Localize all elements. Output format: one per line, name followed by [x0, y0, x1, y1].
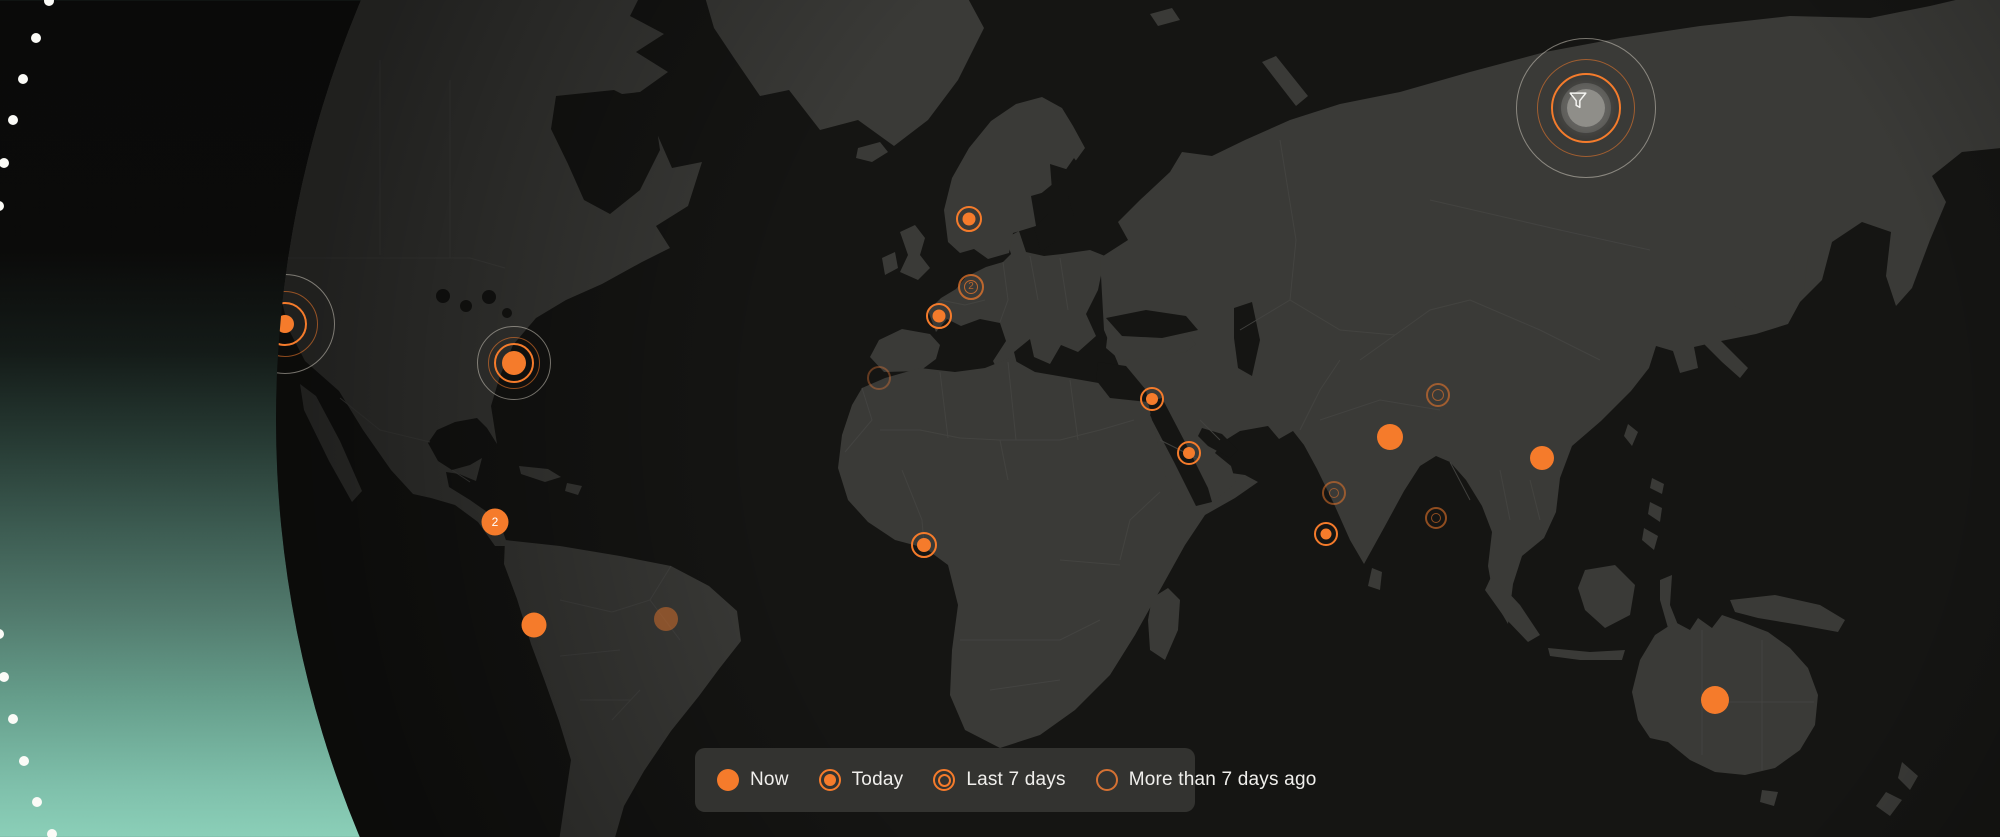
marker-dot-icon: [1701, 686, 1729, 714]
legend-item-last-7-days: Last 7 days: [933, 769, 1065, 791]
marker-count-badge: 2: [491, 515, 499, 529]
legend-ring-icon: [1095, 769, 1118, 791]
marker-dot-dim-icon: [654, 607, 678, 631]
decor-dot-3: [8, 115, 18, 125]
filter-button[interactable]: [1567, 89, 1605, 127]
marker-dot-icon: [1320, 528, 1332, 540]
marker-inner-ring-icon: [1329, 488, 1339, 498]
decor-dot-10: [32, 797, 42, 807]
decor-dot-6: [0, 629, 4, 639]
map-dashboard-page: { "colors":{ "accent":"#f57b2b", "land":…: [0, 0, 2000, 837]
marker-pulse-ring-icon: [276, 274, 335, 374]
marker-inner-ring-icon: [1431, 513, 1441, 523]
decor-dot-5: [0, 201, 4, 211]
map-disc: 22: [276, 0, 2000, 837]
legend-label-now: Now: [750, 769, 789, 790]
decor-dot-8: [8, 714, 18, 724]
decor-dot-7: [0, 672, 9, 682]
marker-dot-icon: [1530, 446, 1554, 470]
decor-dot-11: [47, 829, 57, 837]
decor-dot-1: [31, 33, 41, 43]
decor-dot-4: [0, 158, 9, 168]
marker-dot-icon: [932, 309, 946, 323]
marker-count-badge: 2: [968, 281, 974, 292]
map-marker-layer: 22: [276, 0, 2000, 837]
legend-double-ring-icon: [933, 769, 956, 791]
marker-inner-ring-icon: [1432, 389, 1444, 401]
decor-dot-2: [18, 74, 28, 84]
legend-now-dot-icon: [717, 769, 739, 791]
legend-label-last-7-days: Last 7 days: [966, 769, 1066, 790]
legend-item-now: Now: [717, 769, 789, 791]
legend-today-dot-ring-icon: [818, 769, 841, 791]
marker-dot-icon: [1377, 424, 1403, 450]
filter-funnel-icon: [1569, 92, 1587, 109]
world-map: 22: [276, 0, 2000, 837]
marker-dot-icon: [962, 212, 976, 226]
legend-item-older: More than 7 days ago: [1095, 769, 1317, 791]
marker-faded-ring-icon: [867, 366, 891, 390]
legend-label-older: More than 7 days ago: [1128, 769, 1317, 790]
legend-label-today: Today: [851, 769, 904, 790]
legend-item-today: Today: [818, 769, 904, 791]
map-legend: Now Today Last 7 days More than 7 days a…: [695, 748, 1316, 812]
marker-dot-icon: [917, 538, 931, 552]
marker-dot-icon: [521, 612, 547, 638]
marker-pulse-ring-icon: [477, 326, 551, 400]
decor-dot-0: [44, 0, 54, 6]
decor-dot-9: [19, 756, 29, 766]
marker-dot-icon: [1183, 447, 1195, 459]
marker-dot-icon: [1146, 393, 1158, 405]
